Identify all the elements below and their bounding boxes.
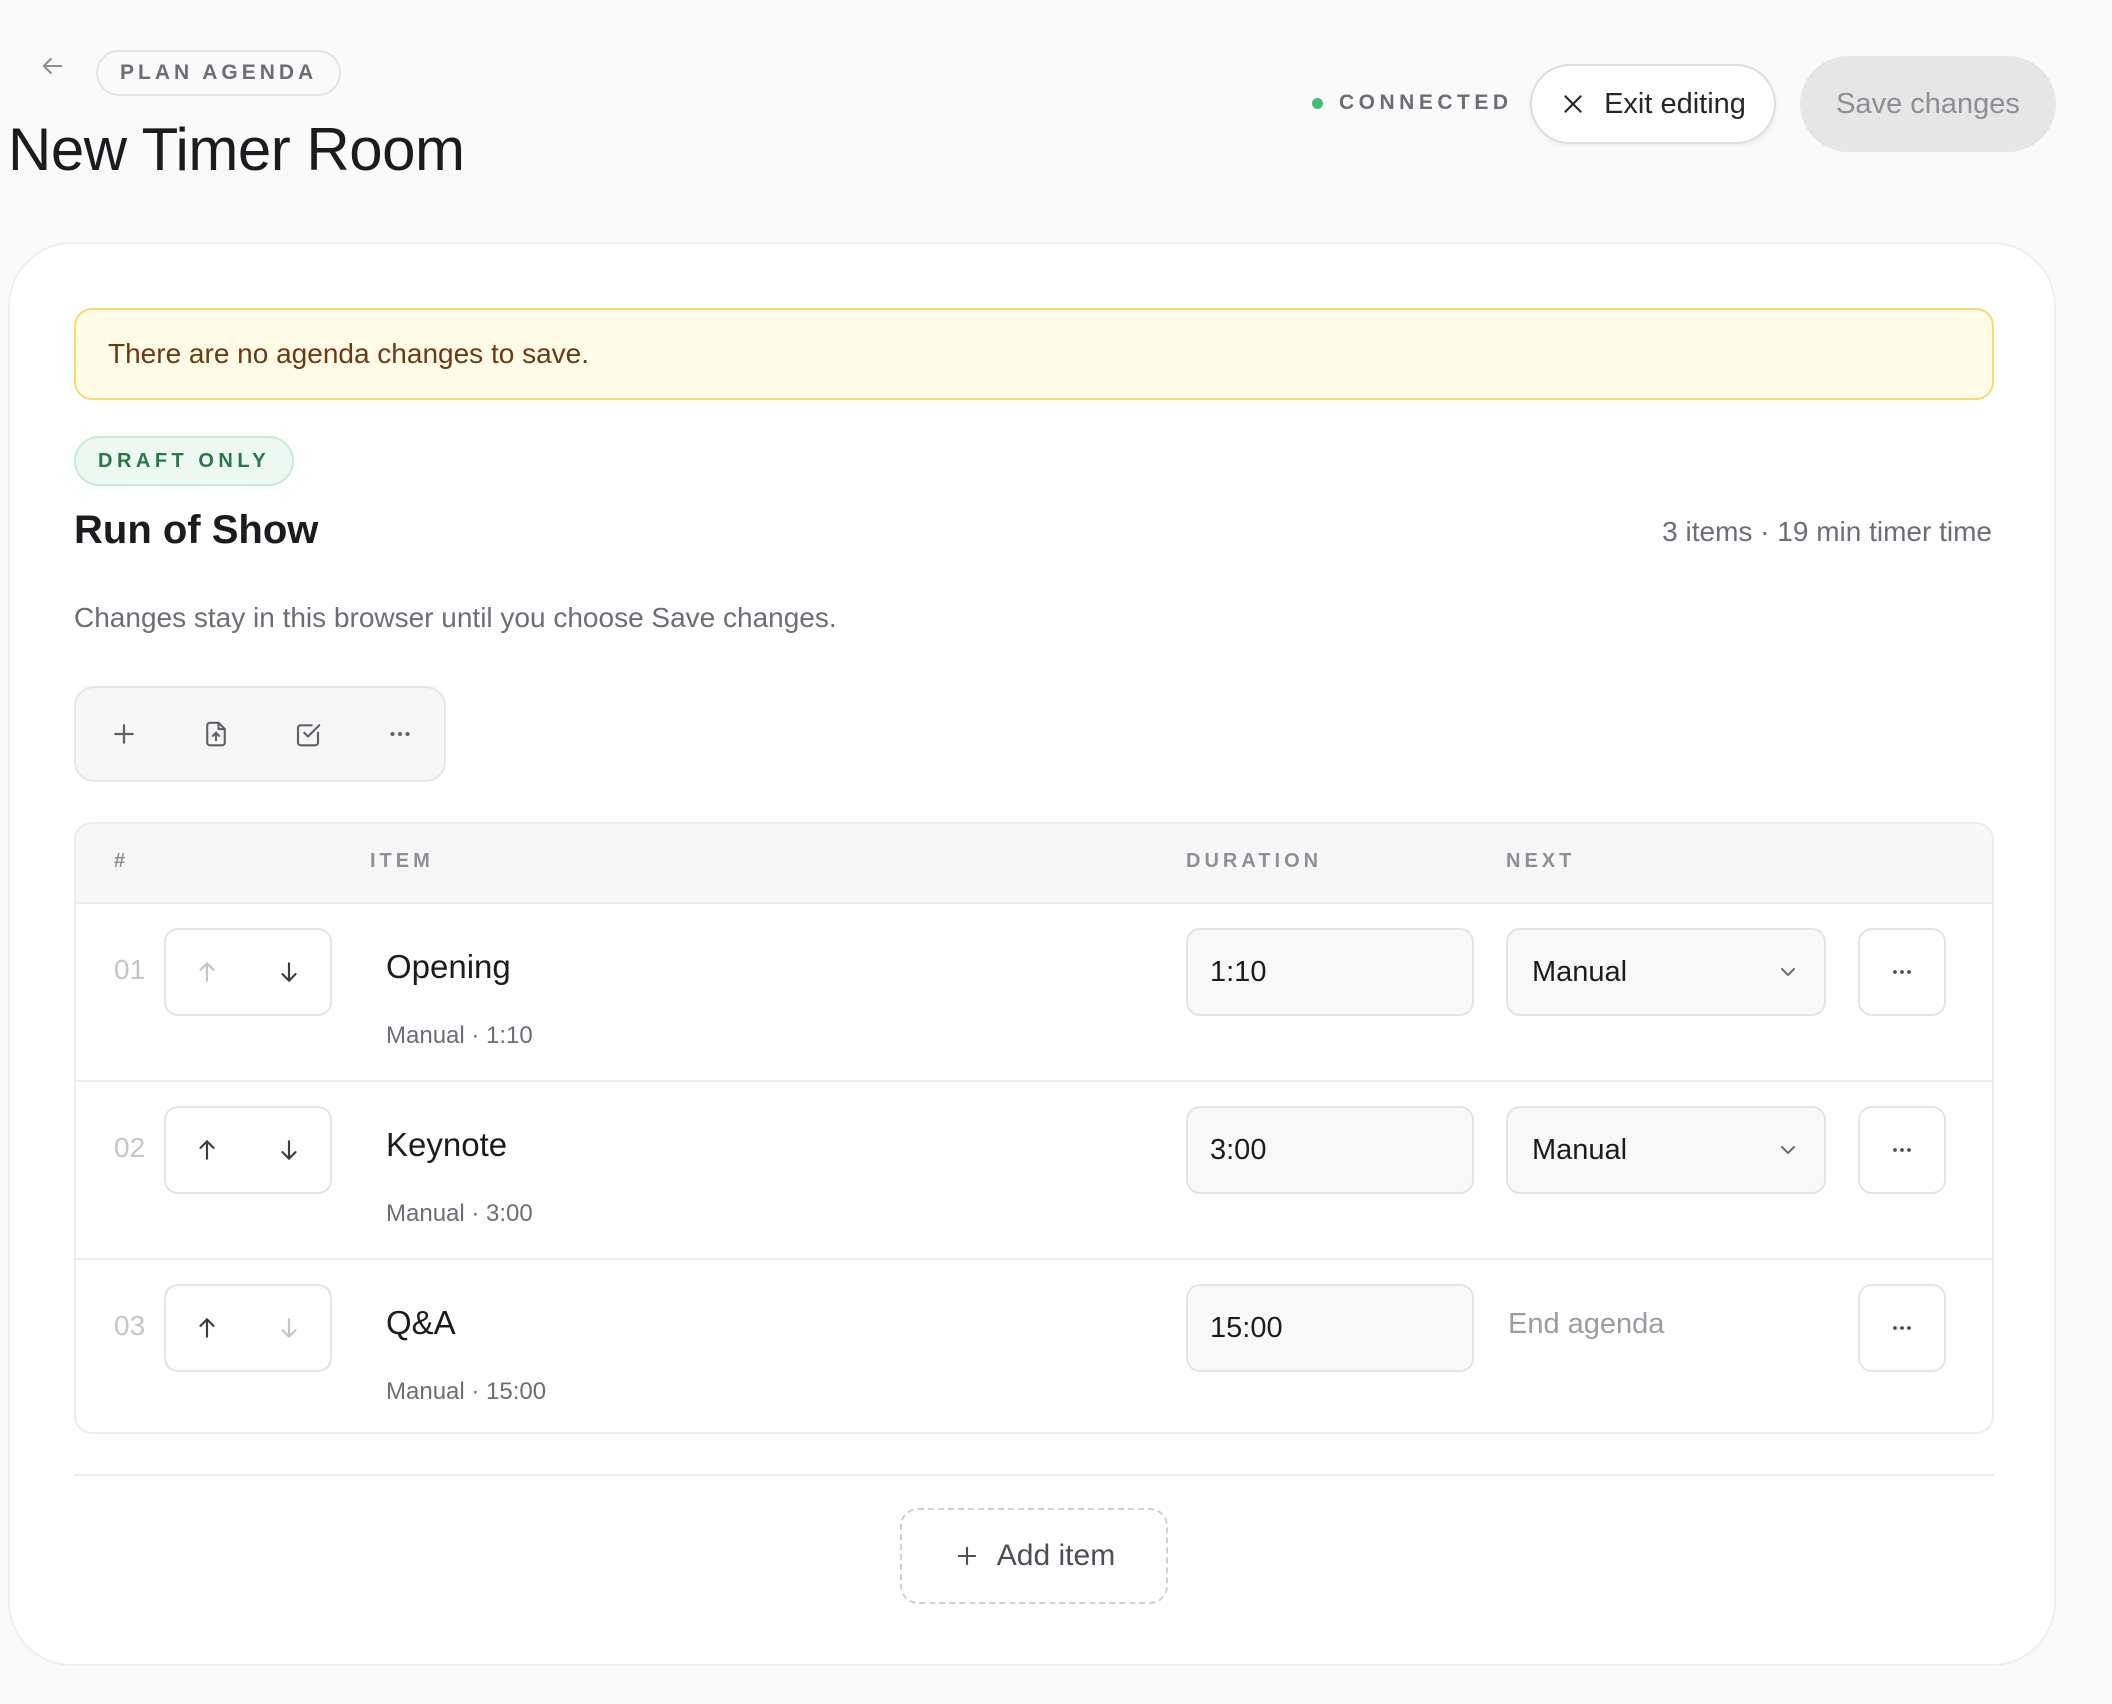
duration-input[interactable] bbox=[1186, 928, 1474, 1016]
item-meta: Manual · 15:00 bbox=[386, 1378, 547, 1405]
chevron-down-icon bbox=[1776, 1138, 1800, 1162]
move-up-button[interactable] bbox=[166, 930, 248, 1014]
more-horizontal-icon bbox=[1888, 1314, 1916, 1342]
back-button[interactable] bbox=[30, 44, 74, 88]
agenda-summary: 3 items · 19 min timer time bbox=[1662, 516, 1992, 547]
move-down-button[interactable] bbox=[248, 930, 330, 1014]
item-name[interactable]: Keynote bbox=[386, 1126, 507, 1164]
item-meta: Manual · 3:00 bbox=[386, 1200, 533, 1227]
exit-editing-label: Exit editing bbox=[1604, 87, 1746, 120]
duration-input[interactable] bbox=[1186, 1284, 1474, 1372]
add-button[interactable] bbox=[92, 702, 156, 766]
exit-editing-button[interactable]: Exit editing bbox=[1530, 64, 1776, 144]
row-more-button[interactable] bbox=[1858, 1284, 1946, 1372]
duration-input[interactable] bbox=[1186, 1106, 1474, 1194]
item-name[interactable]: Opening bbox=[386, 948, 511, 986]
move-up-button[interactable] bbox=[166, 1108, 248, 1192]
arrow-up-icon bbox=[194, 1315, 220, 1341]
row-number: 01 bbox=[114, 954, 146, 985]
row-number: 02 bbox=[114, 1132, 146, 1163]
item-meta: Manual · 1:10 bbox=[386, 1022, 533, 1049]
arrow-down-icon bbox=[276, 1137, 302, 1163]
row-more-button[interactable] bbox=[1858, 928, 1946, 1016]
reorder-controls bbox=[164, 1284, 332, 1372]
column-header-next: NEXT bbox=[1506, 850, 1576, 872]
next-select[interactable]: Manual bbox=[1506, 1106, 1826, 1194]
arrow-down-icon bbox=[276, 959, 302, 985]
select-button[interactable] bbox=[276, 702, 340, 766]
divider bbox=[74, 1474, 1994, 1476]
import-button[interactable] bbox=[184, 702, 248, 766]
connection-status: CONNECTED bbox=[1312, 88, 1513, 118]
checkbox-icon bbox=[293, 719, 323, 749]
more-horizontal-icon bbox=[385, 719, 415, 749]
add-item-button[interactable]: Add item bbox=[900, 1508, 1168, 1604]
draft-only-badge: DRAFT ONLY bbox=[74, 436, 295, 486]
table-row: 02 Keynote Manual · 3:00 Manual bbox=[76, 1082, 1992, 1260]
agenda-card: There are no agenda changes to save. DRA… bbox=[8, 242, 2056, 1666]
table-row: 03 Q&A Manual · 15:00 End agenda bbox=[76, 1260, 1992, 1432]
save-changes-button[interactable]: Save changes bbox=[1800, 56, 2056, 152]
more-horizontal-icon bbox=[1888, 1136, 1916, 1164]
close-icon bbox=[1560, 91, 1586, 117]
status-dot-icon bbox=[1312, 97, 1323, 109]
move-down-button[interactable] bbox=[248, 1286, 330, 1370]
arrow-up-icon bbox=[194, 1137, 220, 1163]
column-header-number: # bbox=[114, 850, 130, 872]
more-horizontal-icon bbox=[1888, 958, 1916, 986]
chevron-down-icon bbox=[1776, 960, 1800, 984]
status-label: CONNECTED bbox=[1339, 91, 1513, 114]
row-number: 03 bbox=[114, 1310, 146, 1341]
agenda-table: # ITEM DURATION NEXT 01 Opening Manual ·… bbox=[74, 822, 1994, 1434]
column-header-duration: DURATION bbox=[1186, 850, 1323, 872]
arrow-down-icon bbox=[276, 1315, 302, 1341]
column-header-item: ITEM bbox=[370, 850, 434, 872]
table-row: 01 Opening Manual · 1:10 Manual bbox=[76, 904, 1992, 1082]
arrow-up-icon bbox=[194, 959, 220, 985]
file-upload-icon bbox=[201, 719, 231, 749]
plan-agenda-label: PLAN AGENDA bbox=[96, 50, 342, 96]
no-changes-notice: There are no agenda changes to save. bbox=[74, 308, 1994, 400]
helper-text: Changes stay in this browser until you c… bbox=[74, 602, 837, 633]
plus-icon bbox=[109, 719, 139, 749]
row-more-button[interactable] bbox=[1858, 1106, 1946, 1194]
next-select-value: Manual bbox=[1532, 1133, 1628, 1166]
move-down-button[interactable] bbox=[248, 1108, 330, 1192]
table-header: # ITEM DURATION NEXT bbox=[76, 824, 1992, 904]
reorder-controls bbox=[164, 1106, 332, 1194]
move-up-button[interactable] bbox=[166, 1286, 248, 1370]
more-options-button[interactable] bbox=[368, 702, 432, 766]
next-select[interactable]: Manual bbox=[1506, 928, 1826, 1016]
add-item-label: Add item bbox=[996, 1539, 1116, 1572]
item-name[interactable]: Q&A bbox=[386, 1304, 456, 1342]
reorder-controls bbox=[164, 928, 332, 1016]
next-select-value: Manual bbox=[1532, 955, 1628, 988]
plus-icon bbox=[953, 1542, 981, 1570]
section-title: Run of Show bbox=[74, 508, 319, 552]
arrow-left-icon bbox=[38, 52, 66, 80]
page-title: New Timer Room bbox=[8, 116, 465, 183]
next-end-agenda: End agenda bbox=[1508, 1308, 1665, 1340]
agenda-toolbar bbox=[74, 686, 446, 782]
